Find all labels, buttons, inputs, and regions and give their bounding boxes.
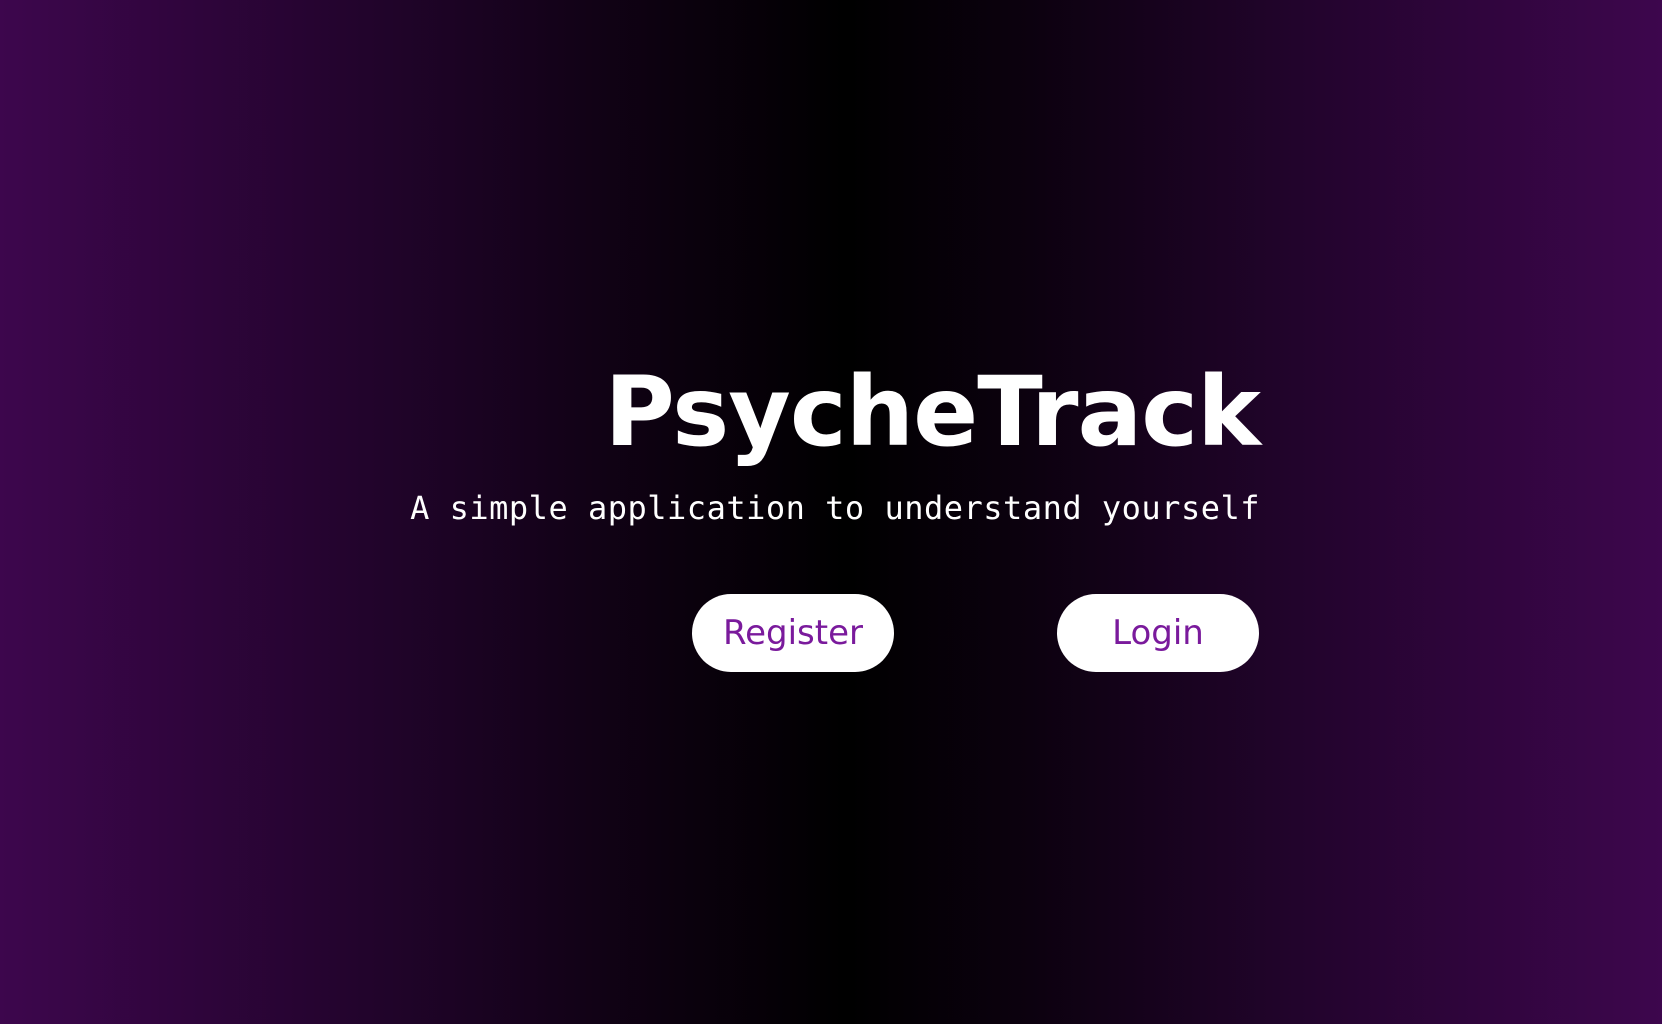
landing-hero: PsycheTrack A simple application to unde… <box>0 0 1662 1024</box>
app-tagline: A simple application to understand yours… <box>410 489 1260 527</box>
register-button[interactable]: Register <box>692 594 894 672</box>
login-button[interactable]: Login <box>1057 594 1259 672</box>
app-title: PsycheTrack <box>604 356 1261 468</box>
